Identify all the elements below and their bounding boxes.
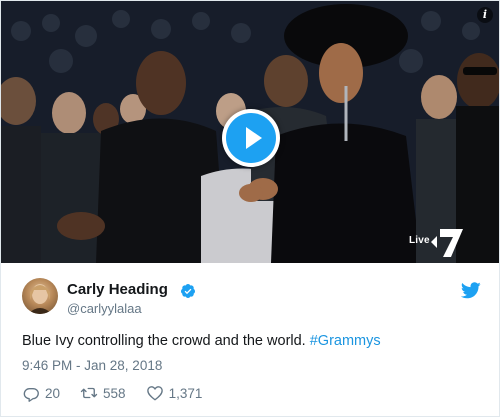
reply-icon [23, 387, 39, 402]
tweet-timestamp[interactable]: 9:46 PM - Jan 28, 2018 [22, 358, 162, 373]
channel-logo: Live [409, 227, 469, 257]
tweet-text: Blue Ivy controlling the crowd and the w… [22, 333, 381, 349]
play-icon [246, 127, 262, 149]
tweet-text-main: Blue Ivy controlling the crowd and the w… [22, 333, 310, 349]
hashtag-link[interactable]: #Grammys [310, 333, 381, 349]
like-count: 1,371 [168, 385, 203, 401]
avatar[interactable] [22, 278, 58, 314]
author-name[interactable]: Carly Heading [67, 281, 168, 298]
retweet-count: 558 [103, 385, 126, 401]
tweet-embed: i Live Carly Heading @carlyylalaa Blue I… [0, 0, 500, 417]
like-button[interactable]: 1,371 [146, 384, 203, 402]
reply-button[interactable]: 20 [22, 384, 60, 402]
video-player[interactable]: i Live [1, 1, 499, 263]
twitter-bird-icon[interactable] [461, 282, 481, 299]
retweet-button[interactable]: 558 [80, 384, 126, 402]
reply-count: 20 [45, 385, 61, 401]
info-icon[interactable]: i [477, 7, 493, 23]
author-handle[interactable]: @carlyylalaa [67, 301, 142, 316]
avatar-image [28, 284, 52, 314]
play-button-circle [226, 113, 276, 163]
retweet-icon [80, 387, 98, 399]
play-button[interactable] [222, 109, 280, 167]
tweet-actions: 20 558 1,371 [22, 383, 222, 403]
verified-badge-icon [180, 284, 195, 298]
channel-seven-icon [431, 229, 463, 257]
tweet-body: Carly Heading @carlyylalaa Blue Ivy cont… [1, 263, 499, 417]
like-icon [146, 386, 163, 401]
